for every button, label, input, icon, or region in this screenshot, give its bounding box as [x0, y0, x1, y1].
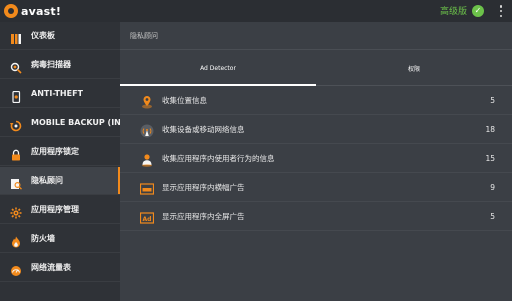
sidebar-item-traffic-meter[interactable]: 网络流量表 [0, 254, 120, 282]
row-label: 显示应用程序内横幅广告 [162, 183, 245, 192]
premium-label: 高级版 [439, 7, 467, 17]
premium-status[interactable]: 高级版 ✓ [440, 4, 484, 17]
user-behavior-icon [140, 152, 154, 167]
location-pin-icon [140, 94, 154, 108]
banner-ad-icon [139, 181, 155, 195]
logo-text: avast! [21, 4, 62, 18]
sidebar-item-app-lock[interactable]: 应用程序锁定 [0, 138, 120, 166]
backup-icon [10, 117, 22, 131]
sidebar: 仪表板 病毒扫描器 ANTI-THEFT MOBILE BACKUP (INST… [0, 22, 152, 301]
sidebar-item-dashboard[interactable]: 仪表板 [0, 22, 120, 50]
firewall-icon [10, 233, 22, 247]
virus-scan-icon [10, 59, 22, 74]
row-label: 收集位置信息 [162, 96, 207, 105]
phone-icon [10, 88, 22, 103]
avast-logo-icon [4, 4, 18, 18]
tab-label: Ad Detector [200, 64, 236, 72]
list-item[interactable]: Ad 显示应用程序内全屏广告 5 [120, 203, 512, 231]
lock-icon [10, 146, 22, 160]
list-item[interactable]: 收集位置信息 5 [120, 87, 512, 115]
tab-bar: Ad Detector 权限 [120, 49, 512, 86]
app-manager-icon [10, 204, 22, 218]
row-count: 5 [490, 96, 495, 105]
sidebar-item-label: 应用程序锁定 [31, 147, 79, 156]
privacy-icon [10, 175, 23, 190]
svg-text:Ad: Ad [143, 215, 152, 222]
row-label: 收集应用程序内使用者行为的信息 [162, 154, 275, 163]
avast-logo: avast! [4, 3, 61, 19]
sidebar-item-app-manager[interactable]: 应用程序管理 [0, 196, 120, 224]
overflow-menu-icon[interactable] [498, 5, 504, 17]
traffic-icon [10, 262, 22, 276]
sidebar-item-label: 网络流量表 [31, 263, 71, 272]
sidebar-item-privacy-advisor[interactable]: 隐私顾问 [0, 167, 120, 195]
dashboard-icon [10, 30, 22, 44]
row-count: 15 [485, 154, 495, 163]
sidebar-item-virus-scanner[interactable]: 病毒扫描器 [0, 51, 120, 79]
list-item[interactable]: 收集设备或移动网络信息 18 [120, 116, 512, 144]
tab-permissions[interactable]: 权限 [316, 50, 512, 86]
list-item[interactable]: 显示应用程序内横幅广告 9 [120, 174, 512, 202]
main-content: 隐私顾问 Ad Detector 权限 收集位置信息 5 收集设备或移动网络信息… [120, 22, 512, 301]
row-count: 18 [485, 125, 495, 134]
sidebar-item-mobile-backup[interactable]: MOBILE BACKUP (INSTALL) [0, 109, 152, 137]
list-item[interactable]: 收集应用程序内使用者行为的信息 15 [120, 145, 512, 173]
row-label: 收集设备或移动网络信息 [162, 125, 245, 134]
sidebar-item-firewall[interactable]: 防火墙 [0, 225, 120, 253]
active-tab-indicator [120, 84, 316, 86]
tab-label: 权限 [407, 65, 420, 73]
row-count: 5 [490, 212, 495, 221]
sidebar-item-label: 病毒扫描器 [31, 60, 71, 69]
row-count: 9 [490, 183, 495, 192]
row-label: 显示应用程序内全屏广告 [162, 212, 245, 221]
page-title: 隐私顾问 [130, 32, 158, 40]
fullscreen-ad-icon: Ad [139, 210, 155, 224]
tab-ad-detector[interactable]: Ad Detector [120, 50, 316, 86]
signal-tower-icon [140, 123, 154, 137]
sidebar-item-label: 防火墙 [31, 234, 55, 243]
sidebar-item-label: 应用程序管理 [31, 205, 79, 214]
sidebar-item-anti-theft[interactable]: ANTI-THEFT [0, 80, 120, 108]
check-icon: ✓ [472, 4, 484, 17]
top-app-bar: avast! 高级版 ✓ [0, 0, 512, 22]
sidebar-item-label: 仪表板 [31, 31, 55, 40]
sidebar-item-label: ANTI-THEFT [31, 89, 84, 98]
sidebar-item-label: 隐私顾问 [31, 176, 63, 185]
